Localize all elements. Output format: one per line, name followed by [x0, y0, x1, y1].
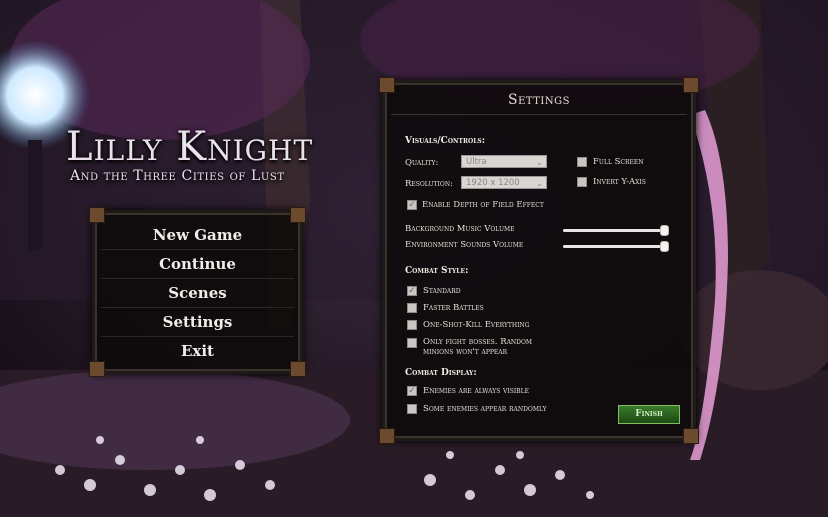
finish-button[interactable]: Finish — [618, 405, 680, 424]
game-subtitle: And the Three Cities of Lust — [70, 168, 285, 184]
exit-button[interactable]: Exit — [101, 337, 294, 365]
chevron-down-icon: ⌄ — [536, 179, 543, 188]
frame-corner — [379, 77, 395, 93]
quality-label: Quality: — [405, 158, 439, 168]
settings-title: Settings — [391, 83, 687, 115]
bosses-only-checkbox[interactable] — [407, 338, 417, 348]
one-shot-kill-checkbox[interactable] — [407, 320, 417, 330]
invert-y-label: Invert Y-Axis — [593, 177, 646, 187]
chevron-down-icon: ⌄ — [536, 158, 543, 167]
always-visible-checkbox[interactable]: ✓ — [407, 386, 417, 396]
env-sounds-label: Environment Sounds Volume — [405, 240, 524, 250]
bg-music-slider[interactable] — [563, 225, 669, 236]
one-shot-kill-label: One-Shot-Kill Everything — [423, 320, 530, 330]
env-sounds-slider[interactable] — [563, 241, 669, 252]
visuals-heading: Visuals/Controls: — [405, 136, 486, 146]
game-title: Lilly Knight — [66, 124, 314, 170]
faster-battles-checkbox[interactable] — [407, 303, 417, 313]
standard-label: Standard — [423, 286, 461, 296]
frame-corner — [89, 361, 105, 377]
random-appear-checkbox[interactable] — [407, 404, 417, 414]
dof-label: Enable Depth of Field Effect — [422, 200, 544, 210]
full-screen-label: Full Screen — [593, 157, 644, 167]
frame-corner — [683, 428, 699, 444]
frame-corner — [290, 207, 306, 223]
combat-display-heading: Combat Display: — [405, 368, 477, 378]
invert-y-checkbox[interactable] — [577, 177, 587, 187]
always-visible-label: Enemies are always visible — [423, 386, 529, 396]
resolution-value: 1920 x 1200 — [466, 178, 520, 188]
combat-style-heading: Combat Style: — [405, 266, 469, 276]
slider-handle[interactable] — [660, 225, 669, 236]
full-screen-checkbox[interactable] — [577, 157, 587, 167]
standard-checkbox[interactable]: ✓ — [407, 286, 417, 296]
frame-corner — [379, 428, 395, 444]
resolution-label: Resolution: — [405, 179, 453, 189]
slider-handle[interactable] — [660, 241, 669, 252]
quality-select[interactable]: Ultra ⌄ — [461, 155, 547, 168]
new-game-button[interactable]: New Game — [101, 221, 294, 250]
game-logo: Lilly Knight And the Three Cities of Lus… — [66, 124, 313, 184]
continue-button[interactable]: Continue — [101, 250, 294, 279]
dof-checkbox[interactable]: ✓ — [407, 200, 417, 210]
frame-corner — [290, 361, 306, 377]
random-appear-label: Some enemies appear randomly — [423, 404, 547, 414]
faster-battles-label: Faster Battles — [423, 303, 484, 313]
main-menu-panel: New Game Continue Scenes Settings Exit — [89, 207, 306, 377]
scenes-button[interactable]: Scenes — [101, 279, 294, 308]
quality-value: Ultra — [466, 157, 487, 167]
settings-panel: Settings Visuals/Controls: Quality: Ultr… — [379, 77, 699, 444]
frame-corner — [89, 207, 105, 223]
bosses-only-label: Only fight bosses. Random minions won't … — [423, 337, 533, 357]
resolution-select[interactable]: 1920 x 1200 ⌄ — [461, 176, 547, 189]
frame-corner — [683, 77, 699, 93]
settings-button[interactable]: Settings — [101, 308, 294, 337]
bg-music-label: Background Music Volume — [405, 224, 515, 234]
